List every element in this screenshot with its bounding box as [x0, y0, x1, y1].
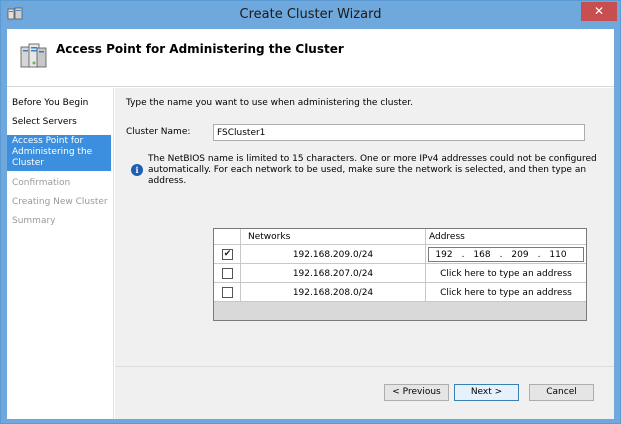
network-cell: 192.168.209.0/24	[292, 250, 374, 260]
networks-grid: Networks Address ✔ 192.168.209.0/24 192 …	[213, 228, 587, 321]
window-title: Create Cluster Wizard	[239, 7, 382, 22]
wizard-window: Create Cluster Wizard ✕ Access Point for…	[0, 0, 621, 424]
table-row: ✔ 192.168.209.0/24 192 . 168 . 209 . 110	[214, 245, 586, 264]
grid-header: Networks Address	[214, 229, 586, 245]
nav-step-access-point[interactable]: Access Point for Administering the Clust…	[7, 135, 111, 171]
ip-dot: .	[499, 250, 503, 260]
wizard-footer: < Previous Next > Cancel	[115, 366, 614, 419]
cluster-name-label: Cluster Name:	[126, 127, 191, 137]
table-row: 192.168.207.0/24 Click here to type an a…	[214, 264, 586, 283]
network-checkbox[interactable]	[222, 287, 233, 298]
network-cell: 192.168.208.0/24	[292, 288, 374, 298]
network-cell: 192.168.207.0/24	[292, 269, 374, 279]
page-title: Access Point for Administering the Clust…	[56, 42, 344, 56]
column-header-networks[interactable]: Networks	[248, 232, 290, 242]
ip-dot: .	[461, 250, 465, 260]
wizard-content: Type the name you want to use when admin…	[115, 88, 614, 366]
nav-step-creating-new-cluster: Creating New Cluster	[12, 197, 108, 207]
close-button[interactable]: ✕	[581, 2, 617, 21]
ip-octet-1[interactable]: 192	[431, 250, 457, 260]
address-placeholder-cell[interactable]: Click here to type an address	[426, 288, 586, 298]
network-checkbox[interactable]: ✔	[222, 249, 233, 260]
next-button[interactable]: Next >	[454, 384, 519, 401]
network-checkbox[interactable]	[222, 268, 233, 279]
ip-octet-2[interactable]: 168	[469, 250, 495, 260]
grid-empty-area	[214, 302, 586, 320]
cluster-name-input[interactable]	[213, 124, 585, 141]
title-bar[interactable]: Create Cluster Wizard ✕	[1, 1, 620, 29]
wizard-steps-nav: Before You Begin Select Servers Access P…	[7, 88, 114, 419]
nav-step-select-servers[interactable]: Select Servers	[7, 117, 111, 128]
cancel-button[interactable]: Cancel	[529, 384, 594, 401]
instruction-text: Type the name you want to use when admin…	[126, 98, 413, 108]
table-row: 192.168.208.0/24 Click here to type an a…	[214, 283, 586, 302]
client-area: Access Point for Administering the Clust…	[7, 29, 614, 419]
info-icon: i	[131, 164, 143, 176]
address-placeholder-cell[interactable]: Click here to type an address	[426, 269, 586, 279]
nav-step-summary: Summary	[12, 216, 56, 226]
info-text: The NetBIOS name is limited to 15 charac…	[148, 154, 597, 186]
nav-step-confirmation: Confirmation	[12, 178, 71, 188]
ip-dot: .	[537, 250, 541, 260]
column-header-address[interactable]: Address	[429, 232, 465, 242]
ip-octet-4[interactable]: 110	[545, 250, 571, 260]
nav-step-before-you-begin[interactable]: Before You Begin	[7, 98, 111, 109]
wizard-header: Access Point for Administering the Clust…	[7, 29, 614, 87]
ip-address-input[interactable]: 192 . 168 . 209 . 110	[428, 247, 584, 262]
previous-button[interactable]: < Previous	[384, 384, 449, 401]
cluster-servers-icon	[20, 43, 47, 68]
ip-octet-3[interactable]: 209	[507, 250, 533, 260]
